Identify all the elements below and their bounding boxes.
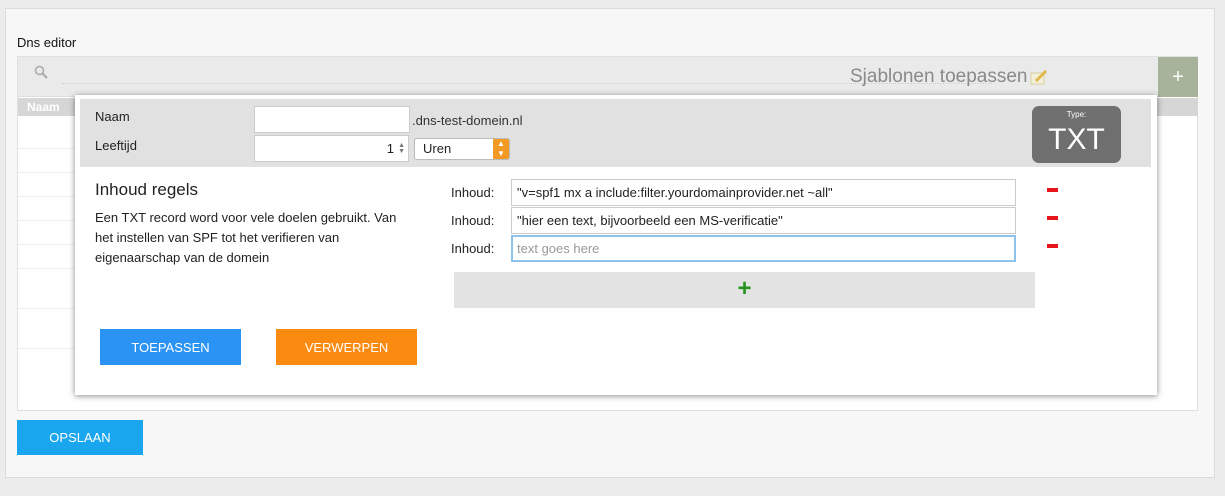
remove-row-icon[interactable] [1047, 216, 1058, 220]
table-row [18, 196, 78, 197]
search-icon[interactable] [34, 65, 48, 79]
discard-button[interactable]: VERWERPEN [276, 329, 417, 365]
content-label: Inhoud: [451, 241, 495, 256]
content-label: Inhoud: [451, 213, 495, 228]
apply-templates-label: Sjablonen toepassen [850, 66, 1028, 87]
content-rules-title: Inhoud regels [95, 180, 199, 199]
content-rules-description: Een TXT record word voor vele doelen geb… [95, 210, 397, 265]
add-content-row-button[interactable]: + [454, 272, 1035, 308]
content-input[interactable]: "v=spf1 mx a include:filter.yourdomainpr… [511, 179, 1016, 206]
panel-title: Dns editor [17, 35, 77, 50]
ttl-unit-select[interactable]: Uren ▲ ▼ [414, 138, 510, 160]
remove-row-icon[interactable] [1047, 244, 1058, 248]
table-row [18, 172, 78, 173]
table-row [18, 308, 78, 309]
content-input[interactable]: "hier een text, bijvoorbeeld een MS-veri… [511, 207, 1016, 234]
name-input[interactable] [254, 106, 410, 133]
ttl-input[interactable]: 1 ▲ ▼ [254, 135, 409, 162]
type-value: TXT [1048, 123, 1105, 156]
record-type-badge: Type: TXT [1032, 106, 1121, 163]
domain-suffix: .dns-test-domein.nl [412, 113, 523, 128]
table-row [18, 244, 78, 245]
remove-row-icon[interactable] [1047, 188, 1058, 192]
content-input[interactable]: text goes here [511, 235, 1016, 262]
chevron-updown-icon: ▲ ▼ [493, 139, 509, 159]
apply-templates-link[interactable]: Sjablonen toepassen [850, 66, 1048, 88]
content-row: Inhoud: "v=spf1 mx a include:filter.your… [451, 179, 1071, 206]
apply-button[interactable]: TOEPASSEN [100, 329, 241, 365]
table-row [18, 220, 78, 221]
add-record-button[interactable]: + [1158, 57, 1198, 97]
content-row: Inhoud: "hier een text, bijvoorbeeld een… [451, 207, 1071, 234]
save-button[interactable]: OPSLAAN [17, 420, 143, 455]
name-label: Naam [95, 109, 130, 124]
ttl-spinner-icon[interactable]: ▲ ▼ [398, 142, 405, 155]
ttl-value: 1 [386, 141, 394, 156]
record-header: Naam .dns-test-domein.nl Leeftijd 1 ▲ ▼ U… [80, 99, 1151, 167]
age-label: Leeftijd [95, 138, 137, 153]
notepad-pencil-icon [1030, 69, 1048, 85]
ttl-unit-value: Uren [423, 141, 452, 156]
grid-toolbar: Sjablonen toepassen [18, 57, 1158, 97]
content-row: Inhoud: text goes here [451, 235, 1071, 262]
table-row [18, 348, 78, 349]
type-label: Type: [1066, 110, 1087, 119]
content-label: Inhoud: [451, 185, 495, 200]
record-edit-modal: Naam .dns-test-domein.nl Leeftijd 1 ▲ ▼ U… [75, 95, 1157, 395]
table-row [18, 268, 78, 269]
table-row [18, 148, 78, 149]
